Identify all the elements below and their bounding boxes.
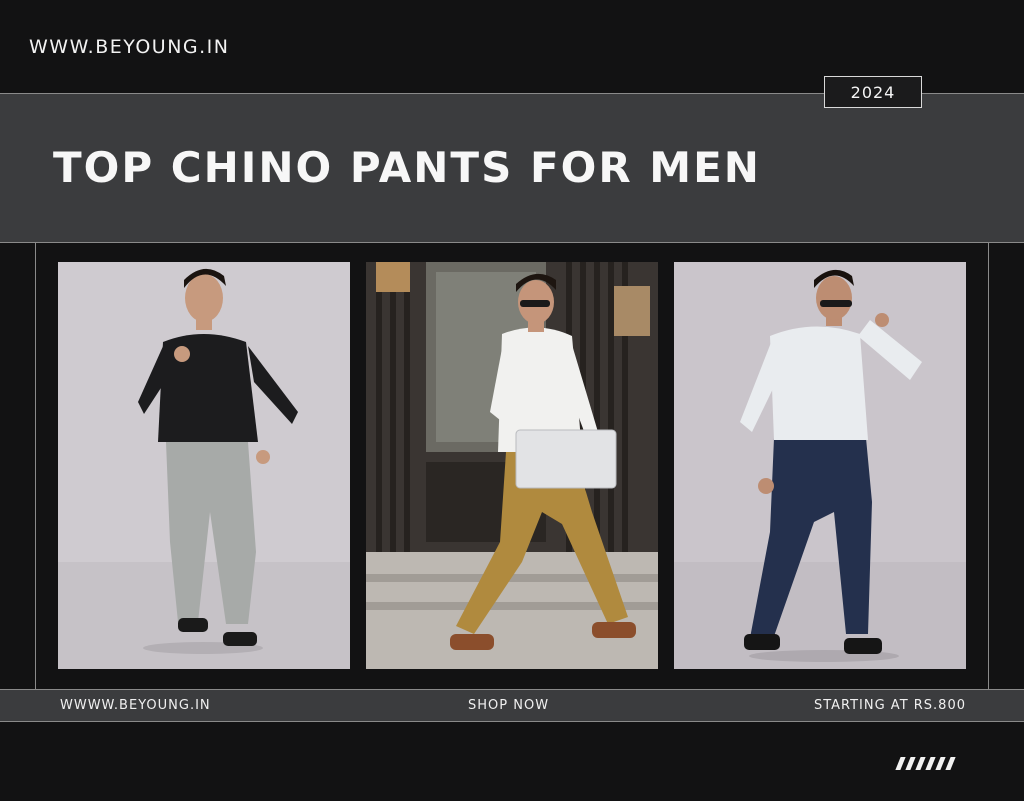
starting-price-label: STARTING AT RS.800 [813, 698, 966, 713]
hero-band: 2024 TOP CHINO PANTS FOR MEN [0, 76, 1024, 243]
site-url-header[interactable]: WWW.BEYOUNG.IN [29, 36, 229, 58]
page-title: TOP CHINO PANTS FOR MEN [53, 143, 761, 192]
footer-site-url[interactable]: WWWW.BEYOUNG.IN [60, 698, 211, 713]
info-band: WWWW.BEYOUNG.IN SHOP NOW STARTING AT RS.… [0, 689, 1024, 722]
product-photo-navy-chinos[interactable] [674, 262, 966, 669]
year-badge: 2024 [824, 76, 922, 108]
product-gallery [58, 262, 966, 669]
product-photo-grey-chinos[interactable] [58, 262, 350, 669]
product-photo-khaki-chinos[interactable] [366, 262, 658, 669]
frame-divider-right [988, 243, 989, 689]
shop-now-button[interactable]: SHOP NOW [468, 698, 549, 713]
slash-stripes-icon [895, 757, 956, 770]
frame-divider-left [35, 243, 36, 689]
